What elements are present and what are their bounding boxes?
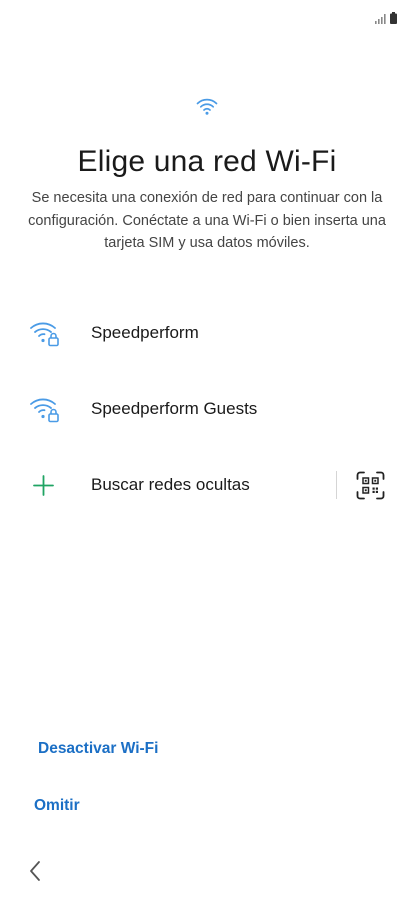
network-name: Speedperform xyxy=(91,323,199,342)
divider xyxy=(336,471,337,499)
page-title: Elige una red Wi-Fi xyxy=(77,145,337,178)
qr-code-scan-icon[interactable] xyxy=(356,471,385,500)
battery-icon xyxy=(390,12,397,24)
network-item-speedperform-guests[interactable]: Speedperform Guests xyxy=(0,371,414,447)
skip-button[interactable]: Omitir xyxy=(34,797,80,815)
network-item-speedperform[interactable]: Speedperform xyxy=(0,295,414,371)
chevron-left-icon[interactable] xyxy=(28,860,42,882)
page-description: Se necesita una conexión de red para con… xyxy=(28,190,386,251)
plus-icon xyxy=(33,475,54,496)
disable-wifi-button[interactable]: Desactivar Wi-Fi xyxy=(38,740,158,758)
network-list: Speedperform Speedperform Guests Buscar … xyxy=(0,295,414,523)
signal-bars-icon xyxy=(375,14,386,24)
status-bar xyxy=(0,0,414,36)
search-hidden-networks-label: Buscar redes ocultas xyxy=(91,475,250,494)
wifi-icon xyxy=(196,98,218,115)
wifi-lock-icon xyxy=(30,398,59,423)
search-hidden-networks-item[interactable]: Buscar redes ocultas xyxy=(0,447,414,523)
wifi-lock-icon xyxy=(30,322,59,347)
network-name: Speedperform Guests xyxy=(91,399,258,418)
